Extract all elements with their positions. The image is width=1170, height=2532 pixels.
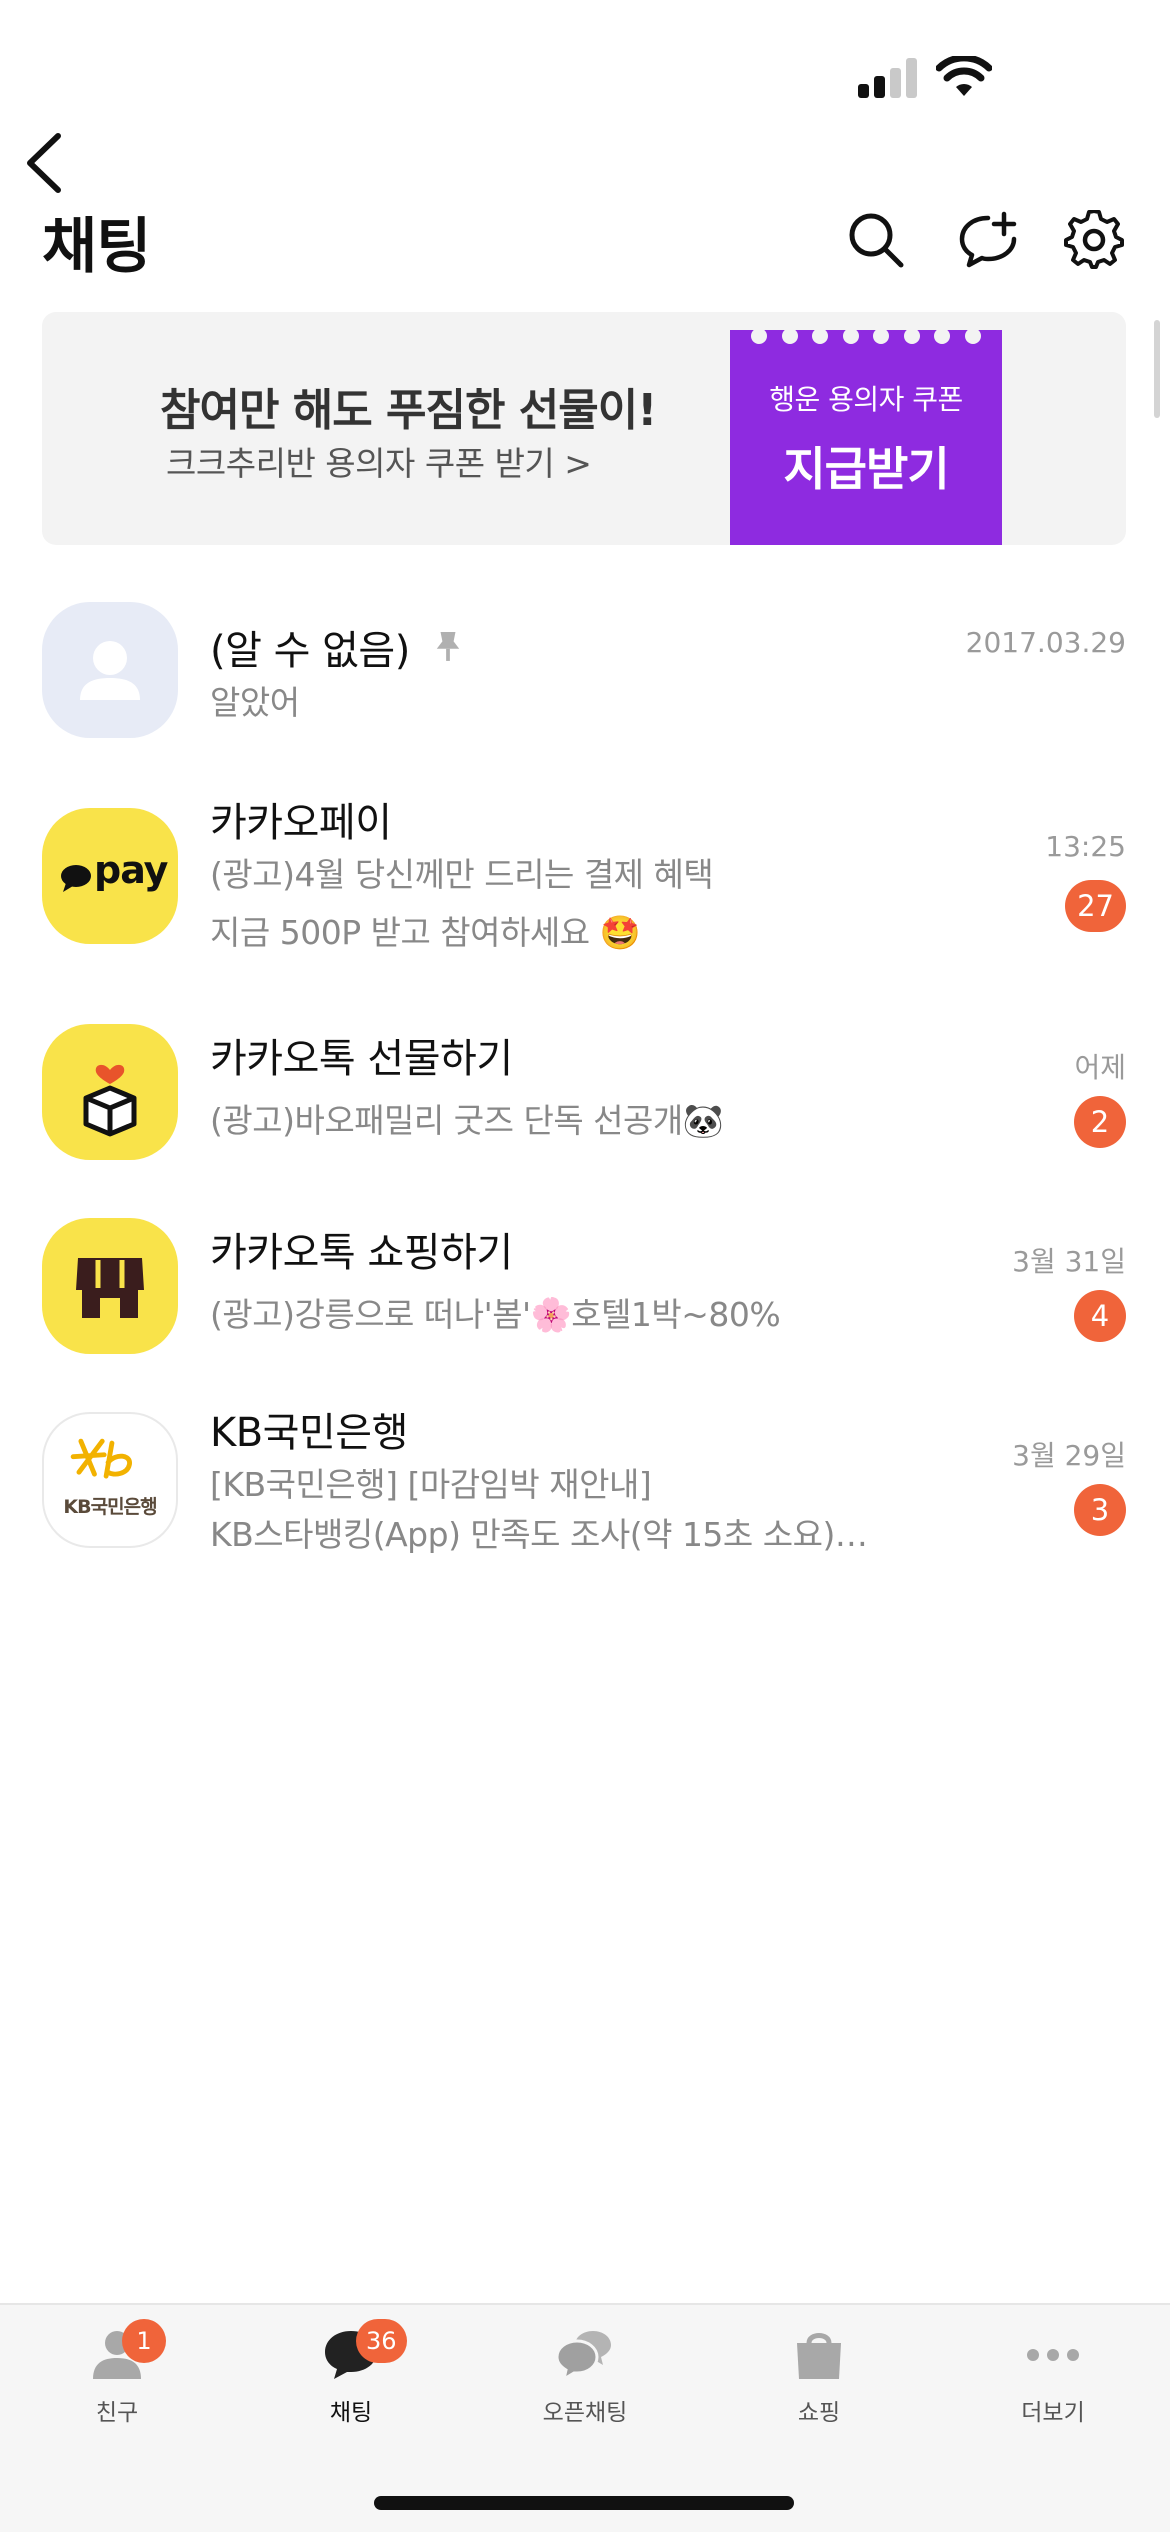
chat-last-message-line2: KB스타뱅킹(App) 만족도 조사(약 15초 소요)… [210,1515,868,1554]
chat-last-message: (광고)바오패밀리 굿즈 단독 선공개🐼 [210,1101,724,1140]
chat-time: 3월 29일 [1012,1439,1126,1472]
back-button[interactable] [18,130,68,196]
chat-last-message-line2: 지금 500P 받고 참여하세요 🤩 [210,913,641,952]
avatar: KB국민은행 [42,1412,178,1548]
more-dots-icon [1027,2349,1079,2361]
page-title: 채팅 [42,212,151,282]
unread-badge: 2 [1074,1096,1126,1148]
kakaopay-logo-text: pay [94,848,168,892]
tab-badge: 1 [122,2319,166,2363]
open-chat-icon [555,2331,611,2381]
tab-shopping[interactable]: 쇼핑 [702,2305,936,2445]
chat-time: 13:25 [1045,830,1126,863]
chat-time: 2017.03.29 [965,626,1126,659]
chat-row-gift[interactable]: 카카오톡 선물하기 (광고)바오패밀리 굿즈 단독 선공개🐼 어제 2 [0,1022,1170,1162]
chat-row-shopping[interactable]: 카카오톡 쇼핑하기 (광고)강릉으로 떠나'봄'🌸호텔1박~80% 3월 31일… [0,1216,1170,1356]
tab-friends[interactable]: 1 친구 [0,2305,234,2445]
scrollbar-thumb[interactable] [1154,320,1160,418]
tab-chats[interactable]: 36 채팅 [234,2305,468,2445]
settings-button[interactable] [1064,210,1124,270]
banner-subtitle-link[interactable]: 크크추리반 용의자 쿠폰 받기 > [166,437,592,485]
tab-label: 쇼핑 [797,2400,841,2426]
home-indicator[interactable] [374,2496,794,2510]
unknown-person-icon [80,641,140,700]
tab-more[interactable]: 더보기 [936,2305,1170,2445]
gift-box-icon [83,1064,137,1137]
chat-time: 3월 31일 [1012,1245,1126,1278]
shopping-bag-icon [797,2333,841,2379]
unread-badge: 3 [1074,1484,1126,1536]
coupon-perforation [730,328,1002,350]
pin-icon [436,632,460,661]
chat-row-unknown[interactable]: (알 수 없음) 알았어 2017.03.29 [0,600,1170,740]
chat-time: 어제 [1074,1051,1126,1084]
kb-logo [70,1438,132,1479]
unread-badge: 27 [1065,880,1126,932]
avatar: pay [42,808,178,944]
cellular-signal-icon [858,58,920,98]
chat-last-message: (광고)강릉으로 떠나'봄'🌸호텔1박~80% [210,1295,781,1334]
tab-open-chat[interactable]: 오픈채팅 [468,2305,702,2445]
chat-name: 카카오톡 쇼핑하기 [210,1230,513,1276]
coupon-claim-button[interactable]: 지급받기 [730,433,1002,499]
kb-logo-text: KB국민은행 [63,1496,157,1518]
chat-row-kakaopay[interactable]: pay 카카오페이 (광고)4월 당신께만 드리는 결제 혜택 지금 500P … [0,790,1170,960]
wifi-icon [936,56,992,96]
coupon-card[interactable]: 행운 용의자 쿠폰 지급받기 [730,328,1002,545]
chat-name: (알 수 없음) [210,628,410,674]
coupon-caption: 행운 용의자 쿠폰 [769,383,963,416]
tab-label: 더보기 [1021,2400,1085,2426]
tab-label: 친구 [95,2400,139,2426]
chat-name: KB국민은행 [210,1410,408,1456]
tab-label: 오픈채팅 [542,2400,628,2426]
storefront-icon [76,1258,144,1318]
avatar [42,1024,178,1160]
chat-name: 카카오톡 선물하기 [210,1036,513,1082]
unread-badge: 4 [1074,1290,1126,1342]
chat-name: 카카오페이 [210,800,392,846]
avatar [42,1218,178,1354]
avatar [42,602,178,738]
tab-label: 채팅 [329,2400,373,2426]
banner-title: 참여만 해도 푸짐한 선물이! [160,385,657,436]
promo-banner[interactable]: 참여만 해도 푸짐한 선물이! 크크추리반 용의자 쿠폰 받기 > 행운 용의자… [42,312,1126,545]
chat-row-kb[interactable]: KB국민은행 KB국민은행 [KB국민은행] [마감임박 재안내] KB스타뱅킹… [0,1400,1170,1560]
new-chat-button[interactable] [958,210,1018,270]
search-button[interactable] [846,210,906,270]
tab-badge: 36 [356,2319,407,2363]
chat-last-message: [KB국민은행] [마감임박 재안내] [210,1465,652,1504]
chat-last-message: (광고)4월 당신께만 드리는 결제 혜택 [210,855,714,894]
chat-last-message: 알았어 [210,683,300,722]
